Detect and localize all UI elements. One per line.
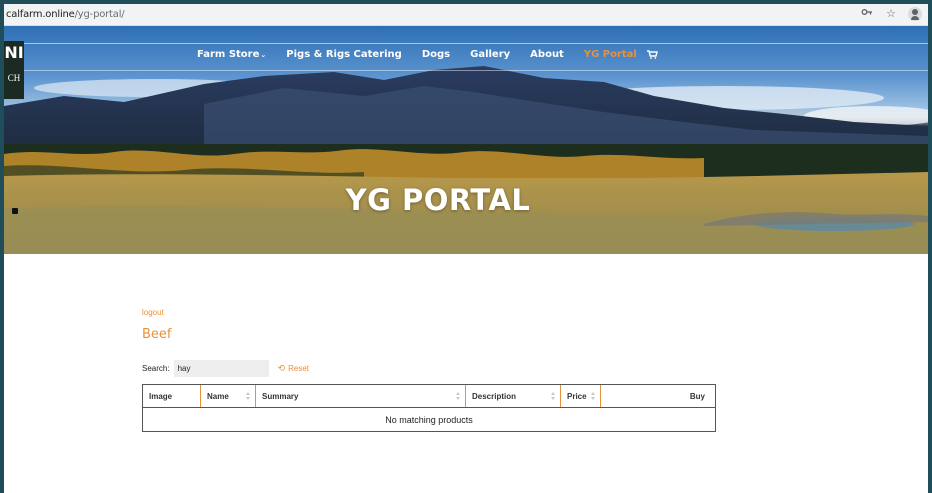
landscape-illustration [4, 66, 928, 254]
logo-text-top: NI [4, 43, 24, 62]
search-input[interactable] [173, 360, 269, 377]
profile-icon[interactable] [908, 7, 922, 21]
site-logo[interactable]: NI CH [4, 41, 24, 99]
star-icon[interactable]: ☆ [884, 7, 898, 22]
section-title: Beef [142, 327, 172, 342]
side-badge-icon [12, 208, 18, 214]
column-header-label: Image [149, 391, 173, 401]
column-header-label: Buy [689, 391, 705, 401]
undo-icon: ⟲ [277, 363, 286, 373]
nav-bottom-divider [4, 70, 928, 71]
table-row: No matching products [143, 408, 715, 431]
sort-icon [246, 392, 251, 401]
url-path: /yg-portal/ [74, 9, 125, 20]
nav-top-divider [4, 43, 928, 44]
column-header-label: Price [567, 391, 587, 401]
url-text[interactable]: calfarm.online/yg-portal/ [6, 9, 125, 20]
column-header-price[interactable]: Price [561, 385, 601, 407]
table-header: Image Name Summary Description Price Buy [143, 385, 715, 408]
column-header-buy: Buy [601, 385, 715, 407]
column-header-summary[interactable]: Summary [256, 385, 466, 407]
column-header-description[interactable]: Description [466, 385, 561, 407]
browser-frame: calfarm.online/yg-portal/ ☆ NI CH Farm S… [4, 4, 928, 493]
nav-item-label: Farm Store [197, 49, 260, 60]
reset-button[interactable]: ⟲ Reset [278, 363, 309, 374]
reset-label: Reset [288, 364, 310, 373]
products-table: Image Name Summary Description Price Buy… [142, 384, 716, 432]
nav-item-farm-store[interactable]: Farm Store⌄ [197, 49, 266, 60]
search-row: Search: ⟲ Reset [142, 360, 309, 377]
column-header-label: Name [207, 391, 229, 401]
sort-icon [591, 392, 596, 401]
nav-item-pigs-rigs-catering[interactable]: Pigs & Rigs Catering [286, 49, 402, 60]
nav-item-gallery[interactable]: Gallery [470, 49, 510, 60]
main-nav: Farm Store⌄ Pigs & Rigs Catering Dogs Ga… [197, 49, 658, 60]
logo-text-bottom: CH [7, 73, 21, 83]
search-label: Search: [142, 364, 170, 373]
nav-item-dogs[interactable]: Dogs [422, 49, 450, 60]
sort-icon [551, 392, 556, 401]
hero-banner: NI CH Farm Store⌄ Pigs & Rigs Catering D… [4, 26, 928, 254]
address-bar-icons: ☆ [860, 7, 922, 22]
address-bar[interactable]: calfarm.online/yg-portal/ ☆ [4, 4, 928, 26]
sort-icon [456, 392, 461, 401]
empty-message: No matching products [385, 414, 473, 425]
key-icon[interactable] [860, 7, 874, 22]
cart-icon[interactable] [646, 50, 658, 59]
column-header-name[interactable]: Name [201, 385, 256, 407]
chevron-down-icon: ⌄ [260, 51, 267, 59]
page-title: YG PORTAL [345, 183, 531, 217]
logout-link[interactable]: logout [142, 308, 164, 317]
url-host: calfarm.online [6, 9, 75, 20]
column-header-label: Description [472, 391, 517, 401]
nav-item-about[interactable]: About [530, 49, 564, 60]
nav-item-yg-portal[interactable]: YG Portal [584, 49, 637, 60]
column-header-label: Summary [262, 391, 299, 401]
column-header-image[interactable]: Image [143, 385, 201, 407]
